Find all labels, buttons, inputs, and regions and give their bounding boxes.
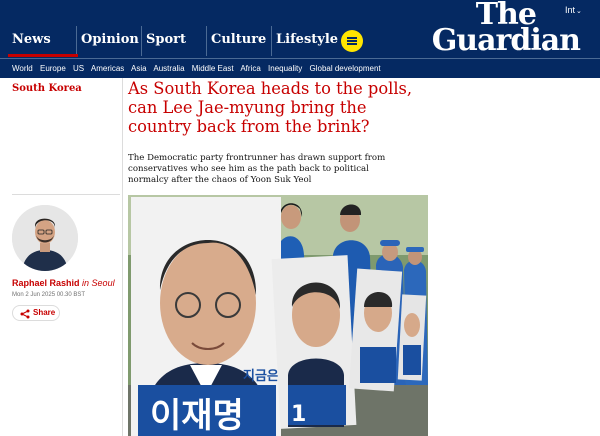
poster-number: 1 (291, 402, 306, 427)
subnav-americas[interactable]: Americas (91, 64, 124, 73)
menu-icon-bar (347, 37, 357, 39)
pillar-sport[interactable]: Sport (141, 26, 206, 56)
chevron-down-icon: ⌄ (576, 8, 582, 15)
section-label[interactable]: South Korea (12, 83, 82, 94)
menu-icon-bar (347, 40, 357, 42)
edition-label: Int (565, 5, 576, 15)
publish-date: Mon 2 Jun 2025 00.30 BST (12, 292, 86, 298)
poster-small-text: 지금은 (243, 369, 279, 384)
subnav-europe[interactable]: Europe (40, 64, 66, 73)
author-avatar (12, 205, 78, 271)
logo-line-2: Guardian (431, 23, 581, 58)
subnav-world[interactable]: World (12, 64, 33, 73)
edition-selector[interactable]: Int⌄ (565, 5, 582, 15)
byline: Raphael Rashid in Seoul (12, 278, 115, 288)
menu-button[interactable] (341, 30, 363, 52)
subnav-middle-east[interactable]: Middle East (192, 64, 234, 73)
subnav-global-development[interactable]: Global development (310, 64, 381, 73)
article-standfirst: The Democratic party frontrunner has dra… (128, 153, 386, 185)
main-photo[interactable]: 지금은 이재명 1 (128, 195, 428, 436)
masthead: The Guardian Int⌄ News Opinion Sport Cul… (0, 0, 600, 78)
subnav-australia[interactable]: Australia (153, 64, 184, 73)
subnav-asia[interactable]: Asia (131, 64, 147, 73)
subnav-inequality[interactable]: Inequality (268, 64, 302, 73)
pillar-news[interactable]: News (8, 26, 78, 56)
share-label: Share (33, 308, 56, 317)
sub-nav: World Europe US Americas Asia Australia … (12, 64, 386, 73)
share-button[interactable]: Share (12, 305, 60, 321)
guardian-logo[interactable]: The Guardian (431, 0, 581, 58)
share-icon (20, 309, 30, 319)
subnav-africa[interactable]: Africa (240, 64, 260, 73)
poster-main-text: 이재명 (150, 396, 244, 436)
menu-icon-bar (347, 43, 357, 45)
nav-divider (0, 58, 600, 59)
active-pillar-indicator (8, 54, 78, 57)
meta-divider (12, 194, 120, 195)
pillar-culture[interactable]: Culture (206, 26, 271, 56)
article-headline: As South Korea heads to the polls, can L… (128, 79, 413, 136)
pillar-opinion[interactable]: Opinion (76, 26, 141, 56)
pillar-lifestyle[interactable]: Lifestyle (271, 26, 338, 56)
author-location: in Seoul (82, 278, 115, 288)
author-link[interactable]: Raphael Rashid (12, 278, 80, 288)
subnav-us[interactable]: US (73, 64, 84, 73)
